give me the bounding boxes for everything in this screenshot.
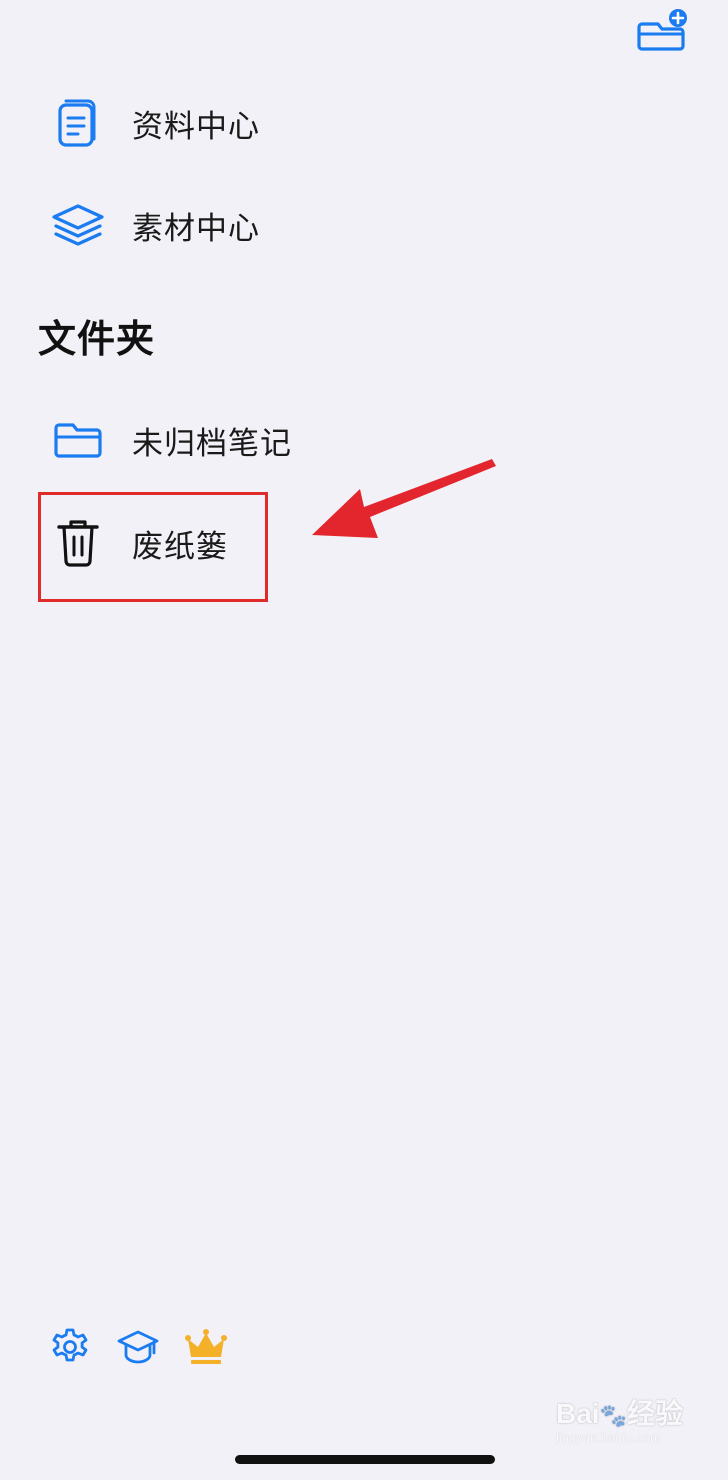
graduation-cap-icon: [117, 1330, 159, 1364]
watermark-sub: jingyan.baidu.com: [556, 1430, 661, 1445]
document-icon: [40, 88, 116, 158]
tutorial-button[interactable]: [116, 1325, 160, 1369]
nav-item-label: 素材中心: [132, 210, 260, 247]
folder-icon: [40, 405, 116, 475]
watermark-logo: Bai🐾经验 jingyan.baidu.com: [556, 1392, 706, 1472]
annotation-highlight-box: [38, 492, 268, 602]
premium-button[interactable]: [184, 1325, 228, 1369]
layers-icon: [40, 190, 116, 260]
nav-item-data-center[interactable]: 资料中心: [40, 88, 460, 158]
gear-icon: [52, 1328, 88, 1362]
settings-button[interactable]: [48, 1325, 92, 1369]
nav-item-label: 资料中心: [132, 108, 260, 145]
watermark-brand2: 经验: [626, 1398, 683, 1429]
folder-item-label: 未归档笔记: [132, 425, 292, 462]
home-indicator[interactable]: [235, 1455, 495, 1464]
crown-icon: [185, 1329, 227, 1364]
nav-item-material-center[interactable]: 素材中心: [40, 190, 460, 260]
folder-plus-icon: [637, 9, 687, 51]
section-title-folders: 文件夹: [38, 317, 156, 361]
watermark-brand: Bai: [556, 1398, 600, 1429]
annotation-arrow-icon: [312, 459, 496, 538]
new-folder-button[interactable]: [632, 6, 690, 56]
